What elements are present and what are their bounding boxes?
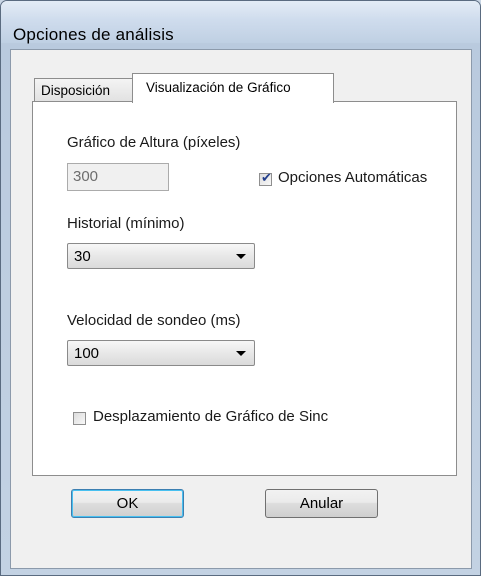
tab-visualizacion-grafico-label: Visualización de Gráfico xyxy=(146,80,291,95)
graph-height-value: 300 xyxy=(73,168,99,185)
polling-select[interactable]: 100 xyxy=(67,340,255,366)
sync-scroll-label[interactable]: Desplazamiento de Gráfico de Sinc xyxy=(93,408,328,425)
tab-disposicion-label: Disposición xyxy=(41,83,111,98)
sync-scroll-checkbox[interactable] xyxy=(73,412,86,425)
tab-disposicion[interactable]: Disposición xyxy=(34,78,133,102)
history-label: Historial (mínimo) xyxy=(67,215,185,232)
check-mark-icon: ✔ xyxy=(261,171,272,186)
auto-options-checkbox[interactable]: ✔ xyxy=(259,171,272,186)
polling-value: 100 xyxy=(74,345,100,362)
auto-options-label[interactable]: Opciones Automáticas xyxy=(278,169,427,186)
history-value: 30 xyxy=(74,248,91,265)
graph-height-field[interactable]: 300 xyxy=(67,163,169,191)
tab-visualizacion-grafico[interactable]: Visualización de Gráfico xyxy=(132,73,334,103)
graph-height-label: Gráfico de Altura (píxeles) xyxy=(67,134,241,151)
polling-label: Velocidad de sondeo (ms) xyxy=(67,312,241,329)
window-title: Opciones de análisis xyxy=(13,25,174,44)
chevron-down-icon xyxy=(236,351,246,356)
history-select[interactable]: 30 xyxy=(67,243,255,269)
dialog-window: Opciones de análisis Disposición Visuali… xyxy=(0,0,481,576)
ok-button[interactable]: OK xyxy=(71,489,184,518)
chevron-down-icon xyxy=(236,254,246,259)
tab-panel: Gráfico de Altura (píxeles) 300 ✔ Opcion… xyxy=(32,101,457,476)
cancel-button[interactable]: Anular xyxy=(265,489,378,518)
dialog-client-area: Disposición Visualización de Gráfico Grá… xyxy=(10,49,472,569)
title-bar[interactable]: Opciones de análisis xyxy=(1,1,480,44)
